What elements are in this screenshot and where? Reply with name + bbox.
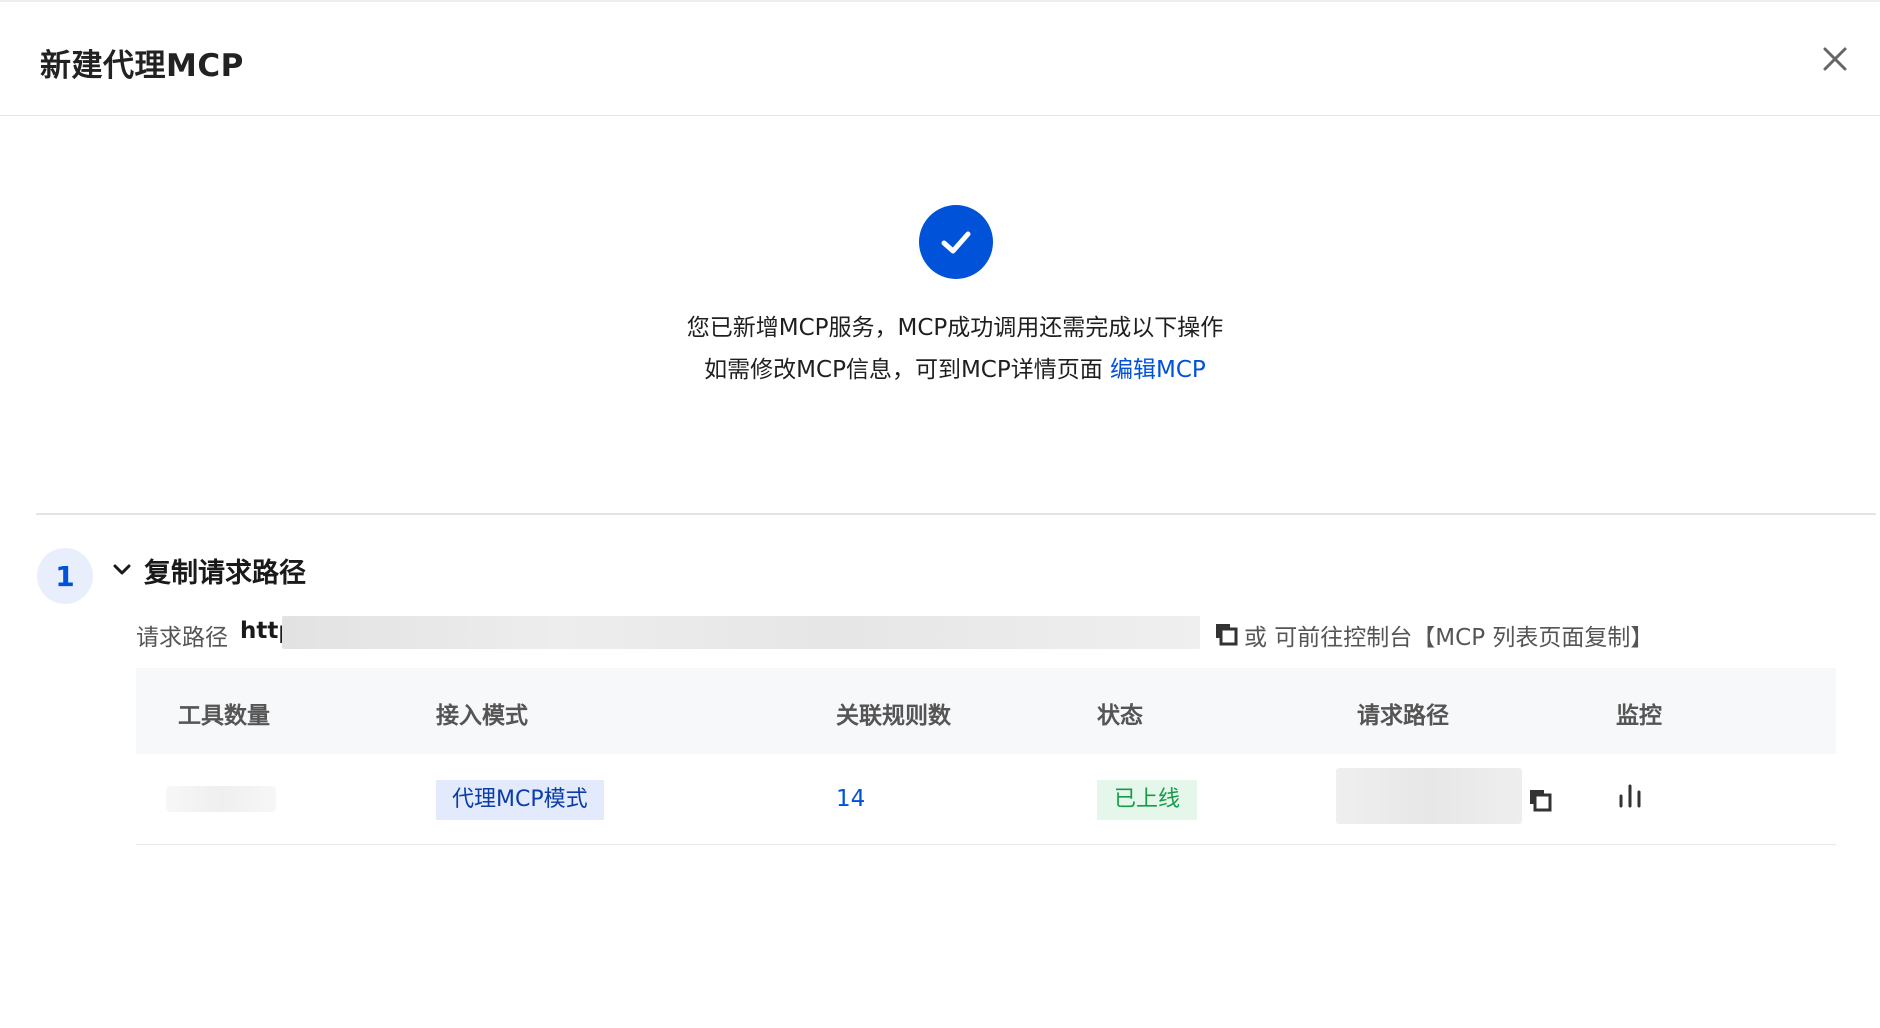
- chevron-down-icon: [113, 564, 131, 575]
- check-icon: [941, 231, 971, 254]
- dialog-title: 新建代理MCP: [40, 48, 244, 84]
- edit-hint-text: 如需修改MCP信息，可到MCP详情页面: [704, 357, 1111, 383]
- bar-chart-icon: [1619, 784, 1641, 808]
- edit-mcp-link[interactable]: 编辑MCP: [1110, 357, 1206, 383]
- header-rule-count: 关联规则数: [836, 703, 951, 729]
- edit-hint: 如需修改MCP信息，可到MCP详情页面 编辑MCP: [0, 350, 1880, 384]
- request-path-label: 请求路径: [136, 625, 228, 651]
- header-access-mode: 接入模式: [436, 703, 528, 729]
- success-message: 您已新增MCP服务，MCP成功调用还需完成以下操作: [686, 315, 1224, 341]
- close-button[interactable]: [1818, 42, 1852, 76]
- collapse-toggle[interactable]: [110, 558, 134, 582]
- console-copy-hint: 或 可前往控制台【MCP 列表页面复制】: [1244, 625, 1654, 651]
- header-status: 状态: [1097, 703, 1143, 729]
- copy-icon: [1216, 624, 1238, 646]
- step-number-badge: 1: [37, 548, 93, 604]
- header-request-path: 请求路径: [1357, 703, 1449, 729]
- dialog-header: 新建代理MCP: [0, 2, 1880, 116]
- success-check-icon: [919, 205, 993, 279]
- copy-icon: [1530, 790, 1552, 812]
- section-divider: [36, 513, 1876, 515]
- access-mode-tag: 代理MCP模式: [436, 780, 604, 820]
- request-path-value-redacted: [282, 616, 1200, 649]
- header-monitor: 监控: [1616, 703, 1662, 729]
- table-header: 工具数量 接入模式 关联规则数 状态 请求路径 监控: [136, 668, 1836, 754]
- request-path-cell-redacted: [1336, 768, 1522, 824]
- table-row: 代理MCP模式 14 已上线: [136, 754, 1836, 845]
- rule-count-link[interactable]: 14: [836, 786, 865, 812]
- tool-count-redacted: [166, 786, 276, 812]
- header-tool-count: 工具数量: [178, 703, 270, 729]
- status-badge: 已上线: [1097, 780, 1198, 820]
- monitor-button[interactable]: [1616, 782, 1644, 810]
- step-title: 复制请求路径: [144, 558, 306, 589]
- copy-row-path-button[interactable]: [1528, 788, 1552, 812]
- close-icon: [1823, 47, 1847, 71]
- copy-path-button[interactable]: [1214, 622, 1238, 646]
